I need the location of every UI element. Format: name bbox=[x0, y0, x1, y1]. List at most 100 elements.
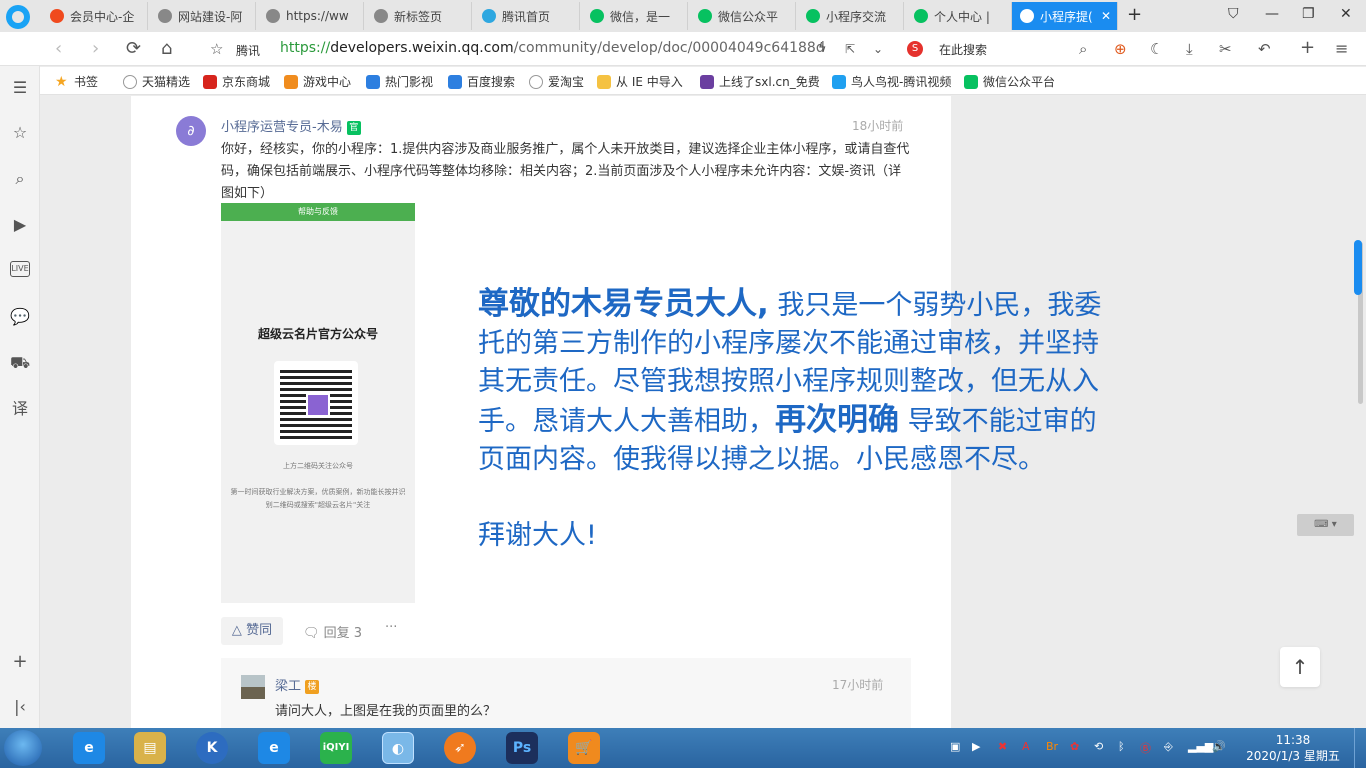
shirt-skin-icon[interactable]: ⛉ bbox=[1228, 6, 1239, 22]
bookmark-item[interactable]: 游戏中心 bbox=[284, 73, 351, 90]
signal-icon[interactable]: ▂▄▆ bbox=[1188, 740, 1213, 753]
add-icon[interactable]: + bbox=[10, 652, 30, 672]
tab-label: 微信公众平 bbox=[718, 9, 779, 24]
ie-icon[interactable]: e bbox=[73, 732, 105, 764]
explorer-folder-icon[interactable]: ▤ bbox=[134, 732, 166, 764]
tab[interactable]: 会员中心-企 bbox=[42, 2, 148, 30]
star-icon[interactable]: ☆ bbox=[10, 123, 30, 143]
site-identity[interactable]: 腾讯 bbox=[236, 42, 260, 59]
tab[interactable]: 个人中心 | bbox=[906, 2, 1012, 30]
browser-logo-icon[interactable] bbox=[6, 5, 30, 29]
photoshop-icon[interactable]: Ps bbox=[506, 732, 538, 764]
bookmark-item[interactable]: 天猫精选 bbox=[123, 73, 190, 90]
post-screenshot-image[interactable]: 帮助与反馈 超级云名片官方公众号 上方二维码关注公众号 第一时间获取行业解决方案… bbox=[221, 203, 415, 603]
cart-icon[interactable]: ⛟ bbox=[10, 353, 30, 373]
tab[interactable]: 微信公众平 bbox=[690, 2, 796, 30]
scroll-indicator[interactable] bbox=[1354, 240, 1362, 295]
menu-icon[interactable]: ≡ bbox=[1335, 39, 1348, 58]
night-mode-icon[interactable]: ☾ bbox=[1150, 40, 1163, 58]
tab[interactable]: 腾讯首页 bbox=[474, 2, 580, 30]
tab[interactable]: https://ww bbox=[258, 2, 364, 30]
keyboard-icon[interactable]: ⌨ ▾ bbox=[1297, 514, 1354, 536]
refresh-icon[interactable]: ⟳ bbox=[126, 38, 141, 59]
favorite-star-icon[interactable]: ☆ bbox=[210, 40, 223, 58]
more-button[interactable]: ··· bbox=[385, 620, 397, 635]
tray-cloud-icon[interactable]: ✿ bbox=[1070, 740, 1079, 753]
avatar[interactable]: ∂ bbox=[176, 116, 206, 146]
minimize-icon[interactable]: — bbox=[1265, 6, 1279, 22]
forward-icon[interactable]: › bbox=[92, 38, 99, 59]
reply-button[interactable]: 🗨 回复 3 bbox=[303, 622, 362, 641]
tab[interactable]: 小程序提(✕ bbox=[1012, 2, 1118, 30]
home-icon[interactable]: ⌂ bbox=[161, 38, 172, 59]
lightning-icon[interactable]: ϟ bbox=[818, 41, 827, 56]
news-icon[interactable]: ☰ bbox=[10, 78, 30, 98]
tab-close-icon[interactable]: ✕ bbox=[1097, 9, 1111, 23]
left-sidebar: ☰ ☆ ⌕ ▶ LIVE 💬 ⛟ 译 + |‹ bbox=[0, 66, 40, 728]
bookmark-item[interactable]: 从 IE 中导入 bbox=[597, 73, 683, 90]
bookmark-item[interactable]: 鸟人鸟视-腾讯视频 bbox=[832, 73, 951, 90]
bookmark-item[interactable]: 热门影视 bbox=[366, 73, 433, 90]
iqiyi-icon[interactable]: iQIYI bbox=[320, 732, 352, 764]
tab[interactable]: 小程序交流 bbox=[798, 2, 904, 30]
live-icon[interactable]: LIVE bbox=[10, 261, 30, 277]
bookmark-item[interactable]: 爱淘宝 bbox=[529, 73, 584, 90]
volume-icon[interactable]: 🔊 bbox=[1212, 740, 1226, 753]
tray-b-icon[interactable]: Ⓑ bbox=[1140, 740, 1151, 756]
search-icon[interactable]: ⌕ bbox=[10, 169, 30, 189]
game-controller-icon[interactable]: ⊕ bbox=[1114, 40, 1127, 58]
tray-network-icon[interactable]: ▣ bbox=[950, 740, 960, 753]
bird-app-icon[interactable]: ➶ bbox=[444, 732, 476, 764]
bookmark-item[interactable]: 百度搜索 bbox=[448, 73, 515, 90]
chat-icon[interactable]: 💬 bbox=[10, 307, 30, 327]
bluetooth-icon[interactable]: ᛒ bbox=[1118, 740, 1125, 753]
ie-blue-icon[interactable]: e bbox=[258, 732, 290, 764]
collapse-sidebar-icon[interactable]: |‹ bbox=[10, 697, 30, 717]
tab[interactable]: 网站建设-阿 bbox=[150, 2, 256, 30]
system-clock[interactable]: 11:38 2020/1/3 星期五 bbox=[1240, 732, 1346, 764]
k-app-icon[interactable]: K bbox=[196, 732, 228, 764]
search-icon[interactable]: ⌕ bbox=[1079, 40, 1087, 58]
shopping-cart-icon[interactable]: 🛒 bbox=[568, 732, 600, 764]
overlay-thanks: 拜谢大人! bbox=[478, 520, 597, 551]
tab[interactable]: 微信，是一 bbox=[582, 2, 688, 30]
video-icon[interactable]: ▶ bbox=[10, 215, 30, 235]
url-field[interactable]: https://developers.weixin.qq.com/communi… bbox=[280, 40, 825, 56]
plus-icon[interactable]: + bbox=[1300, 37, 1315, 58]
search-box[interactable]: S 在此搜索 bbox=[905, 38, 1100, 60]
tray-antivirus-icon[interactable]: ✖ bbox=[998, 740, 1007, 753]
tray-adobe-icon[interactable]: A bbox=[1022, 740, 1030, 753]
scrollbar[interactable] bbox=[1355, 96, 1366, 728]
close-window-icon[interactable]: ✕ bbox=[1340, 6, 1352, 22]
tray-usb-icon[interactable]: ⎆ bbox=[1164, 740, 1173, 754]
back-icon[interactable]: ‹ bbox=[55, 38, 62, 59]
new-tab-icon[interactable]: + bbox=[1127, 4, 1142, 25]
show-desktop-button[interactable] bbox=[1354, 728, 1366, 768]
bookmark-item[interactable]: 京东商城 bbox=[203, 73, 270, 90]
bookmark-item[interactable]: 微信公众平台 bbox=[964, 73, 1055, 90]
bookmark-item[interactable]: ★ 书签 bbox=[55, 73, 98, 90]
undo-icon[interactable]: ↶ bbox=[1258, 40, 1271, 58]
translate-icon[interactable]: 译 bbox=[10, 399, 30, 419]
post-author[interactable]: 小程序运营专员-木易官 bbox=[221, 116, 361, 135]
download-icon[interactable]: ⤓ bbox=[1186, 40, 1193, 58]
like-button[interactable]: △ 赞同 bbox=[221, 617, 283, 645]
search-engine-icon[interactable]: S bbox=[907, 41, 923, 57]
tray-app-icon[interactable]: Br bbox=[1046, 740, 1058, 753]
start-button[interactable] bbox=[4, 730, 42, 766]
tray-sync-icon[interactable]: ⟲ bbox=[1094, 740, 1103, 753]
sub-reply-time: 17小时前 bbox=[832, 678, 884, 692]
share-icon[interactable]: ⇱ bbox=[845, 42, 855, 56]
avatar[interactable] bbox=[241, 675, 265, 699]
back-to-top-button[interactable]: ↑ bbox=[1280, 647, 1320, 687]
search-input[interactable]: 在此搜索 bbox=[939, 41, 987, 58]
chevron-down-icon[interactable]: ⌄ bbox=[873, 42, 883, 56]
bookmark-item[interactable]: 上线了sxl.cn_免费 bbox=[700, 73, 820, 90]
qq-browser-icon[interactable]: ◐ bbox=[382, 732, 414, 764]
floor-badge: 楼 bbox=[305, 680, 320, 694]
tab[interactable]: 新标签页 bbox=[366, 2, 472, 30]
sub-reply-author[interactable]: 梁工楼 bbox=[275, 675, 320, 694]
restore-icon[interactable]: ❐ bbox=[1302, 6, 1315, 22]
tray-video-icon[interactable]: ▶ bbox=[972, 740, 980, 753]
scissors-icon[interactable]: ✂ bbox=[1219, 40, 1232, 58]
